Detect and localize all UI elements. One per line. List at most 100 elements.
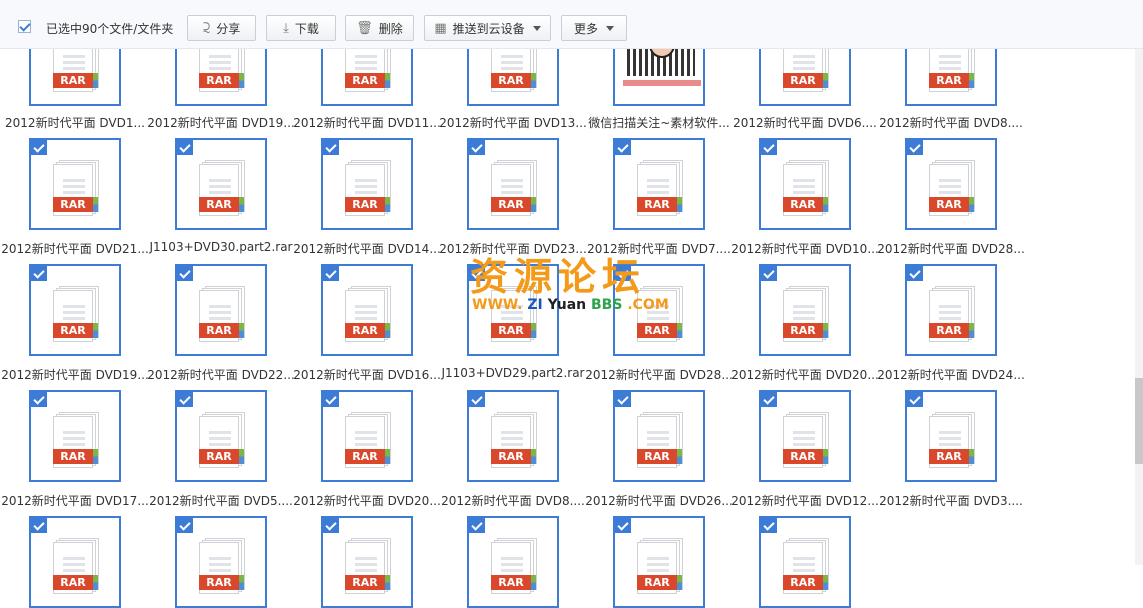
push-to-device-button[interactable]: ▦ 推送到云设备	[424, 15, 551, 41]
file-thumbnail[interactable]: RAR	[905, 138, 997, 230]
scrollbar-track[interactable]	[1135, 48, 1143, 565]
checkbox-checked-icon[interactable]	[761, 266, 777, 281]
rar-badge: RAR	[637, 575, 677, 590]
file-name[interactable]: J1103+DVD29.part2.rar	[438, 366, 588, 380]
file-thumbnail[interactable]: RAR	[29, 138, 121, 230]
file-thumbnail[interactable]: RAR	[175, 390, 267, 482]
file-thumbnail[interactable]: RAR	[759, 264, 851, 356]
file-thumbnail[interactable]: RAR	[759, 138, 851, 230]
checkbox-checked-icon[interactable]	[469, 392, 485, 407]
download-button[interactable]: ⤓ 下载	[266, 15, 336, 41]
checkbox-checked-icon[interactable]	[323, 518, 339, 533]
checkbox-checked-icon[interactable]	[761, 140, 777, 155]
rar-file-icon: RAR	[637, 538, 683, 594]
file-thumbnail[interactable]: RAR	[321, 264, 413, 356]
select-all-checkbox[interactable]	[18, 20, 31, 33]
delete-button[interactable]: 🗑 删除	[345, 15, 414, 41]
checkbox-checked-icon[interactable]	[615, 392, 631, 407]
file-thumbnail[interactable]: RAR	[759, 390, 851, 482]
file-name[interactable]: 2012新时代平面 DVD28...	[584, 366, 734, 383]
file-thumbnail[interactable]: RAR	[467, 390, 559, 482]
file-thumbnail[interactable]: RAR	[905, 390, 997, 482]
rar-stripe	[531, 323, 536, 338]
file-thumbnail[interactable]: RAR	[175, 264, 267, 356]
file-name[interactable]: 2012新时代平面 DVD5....	[146, 492, 296, 509]
file-name[interactable]: 2012新时代平面 DVD12...	[730, 492, 880, 509]
rar-file-icon: RAR	[199, 412, 245, 468]
file-name[interactable]: 2012新时代平面 DVD14...	[292, 240, 442, 257]
share-button[interactable]: ⫈ 分享	[187, 15, 256, 41]
checkbox-checked-icon[interactable]	[323, 392, 339, 407]
file-name[interactable]: 2012新时代平面 DVD16...	[292, 366, 442, 383]
checkbox-checked-icon[interactable]	[907, 140, 923, 155]
checkbox-checked-icon[interactable]	[907, 392, 923, 407]
checkbox-checked-icon[interactable]	[177, 392, 193, 407]
file-name[interactable]: 2012新时代平面 DVD20...	[730, 366, 880, 383]
rar-file-icon: RAR	[929, 286, 975, 342]
file-thumbnail[interactable]: RAR	[29, 516, 121, 608]
checkbox-checked-icon[interactable]	[323, 266, 339, 281]
file-thumbnail[interactable]: RAR	[29, 264, 121, 356]
file-name[interactable]: 2012新时代平面 DVD19...	[0, 366, 150, 383]
file-name[interactable]: 2012新时代平面 DVD10...	[730, 240, 880, 257]
rar-stripe	[531, 197, 536, 212]
file-name[interactable]: 2012新时代平面 DVD26...	[584, 492, 734, 509]
checkbox-checked-icon[interactable]	[469, 518, 485, 533]
rar-file-icon: RAR	[199, 160, 245, 216]
rar-stripe	[969, 449, 974, 464]
checkbox-checked-icon[interactable]	[761, 392, 777, 407]
checkbox-checked-icon[interactable]	[31, 392, 47, 407]
push-label: 推送到云设备	[452, 21, 525, 36]
rar-badge: RAR	[783, 323, 823, 338]
rar-file-icon: RAR	[345, 286, 391, 342]
checkbox-checked-icon[interactable]	[31, 266, 47, 281]
rar-badge: RAR	[199, 197, 239, 212]
file-thumbnail[interactable]: RAR	[321, 138, 413, 230]
checkbox-checked-icon[interactable]	[615, 140, 631, 155]
file-thumbnail[interactable]: RAR	[613, 390, 705, 482]
file-thumbnail[interactable]: RAR	[613, 516, 705, 608]
checkbox-checked-icon[interactable]	[323, 140, 339, 155]
rar-stripe	[385, 323, 390, 338]
checkbox-checked-icon[interactable]	[31, 140, 47, 155]
file-name[interactable]: 2012新时代平面 DVD3....	[876, 492, 1026, 509]
rar-badge: RAR	[53, 197, 93, 212]
checkbox-checked-icon[interactable]	[615, 518, 631, 533]
file-thumbnail[interactable]: RAR	[467, 138, 559, 230]
file-name[interactable]: J1103+DVD30.part2.rar	[146, 240, 296, 254]
file-name[interactable]: 2012新时代平面 DVD21...	[0, 240, 150, 257]
rar-file-icon: RAR	[53, 538, 99, 594]
checkbox-checked-icon[interactable]	[177, 140, 193, 155]
file-thumbnail[interactable]: RAR	[613, 138, 705, 230]
file-thumbnail[interactable]: RAR	[321, 390, 413, 482]
file-thumbnail[interactable]: RAR	[321, 516, 413, 608]
file-name[interactable]: 2012新时代平面 DVD22...	[146, 366, 296, 383]
rar-badge: RAR	[637, 197, 677, 212]
checkbox-checked-icon[interactable]	[177, 518, 193, 533]
file-thumbnail[interactable]: RAR	[29, 390, 121, 482]
checkbox-checked-icon[interactable]	[469, 140, 485, 155]
checkbox-checked-icon[interactable]	[177, 266, 193, 281]
file-name[interactable]: 2012新时代平面 DVD17...	[0, 492, 150, 509]
file-name[interactable]: 2012新时代平面 DVD28...	[876, 240, 1026, 257]
file-name[interactable]: 2012新时代平面 DVD20...	[292, 492, 442, 509]
file-thumbnail[interactable]: RAR	[175, 138, 267, 230]
checkbox-checked-icon[interactable]	[907, 266, 923, 281]
checkbox-checked-icon[interactable]	[31, 518, 47, 533]
file-name[interactable]: 2012新时代平面 DVD24...	[876, 366, 1026, 383]
rar-badge: RAR	[783, 449, 823, 464]
file-name[interactable]: 2012新时代平面 DVD8....	[438, 492, 588, 509]
file-thumbnail[interactable]: RAR	[905, 264, 997, 356]
rar-file-icon: RAR	[199, 538, 245, 594]
file-thumbnail[interactable]: RAR	[759, 516, 851, 608]
rar-stripe	[823, 323, 828, 338]
rar-stripe	[823, 575, 828, 590]
chevron-down-icon	[532, 25, 541, 31]
rar-stripe	[531, 575, 536, 590]
more-button[interactable]: 更多	[561, 15, 627, 41]
file-thumbnail[interactable]: RAR	[175, 516, 267, 608]
file-thumbnail[interactable]: RAR	[467, 516, 559, 608]
scrollbar-thumb[interactable]	[1135, 378, 1143, 464]
checkbox-checked-icon[interactable]	[761, 518, 777, 533]
rar-badge: RAR	[53, 449, 93, 464]
